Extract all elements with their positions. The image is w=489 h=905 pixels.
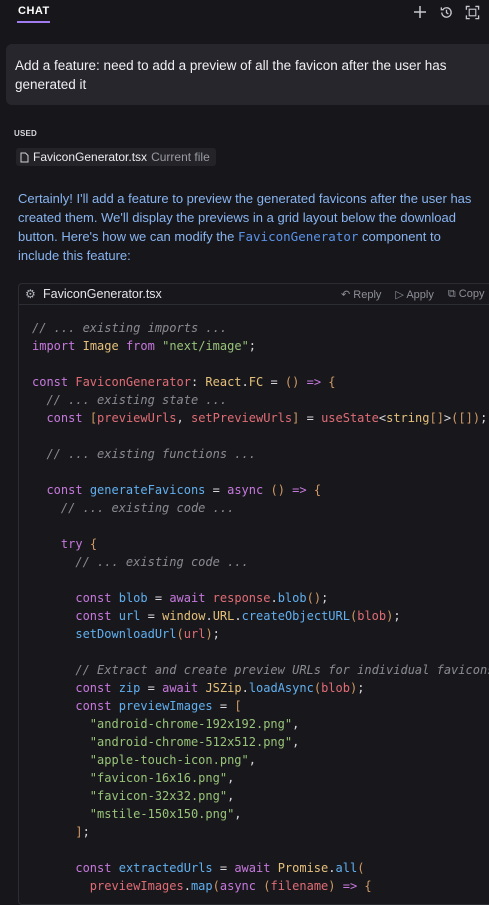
assistant-message: Certainly! I'll add a feature to preview… bbox=[18, 189, 489, 265]
assistant-text: Certainly! I'll add a feature to preview… bbox=[18, 191, 472, 206]
code-block: ⚙ FaviconGenerator.tsx ↶ Reply ▷ Apply ⧉… bbox=[18, 283, 489, 905]
top-actions bbox=[411, 3, 481, 21]
assistant-text: button. Here's how we can modify the Fav… bbox=[18, 227, 489, 246]
user-message[interactable]: Add a feature: need to add a preview of … bbox=[6, 44, 489, 105]
reply-icon: ↶ bbox=[341, 289, 351, 301]
apply-label: Apply bbox=[406, 289, 434, 301]
history-icon[interactable] bbox=[437, 3, 455, 21]
inline-code: FaviconGenerator bbox=[237, 229, 359, 244]
copy-label: Copy bbox=[458, 288, 485, 300]
copy-icon: ⧉ bbox=[447, 288, 456, 300]
plus-icon[interactable] bbox=[411, 3, 429, 21]
top-bar: CHAT bbox=[0, 0, 489, 32]
gear-icon: ⚙ bbox=[25, 287, 36, 301]
reply-label: Reply bbox=[353, 289, 382, 301]
assistant-text: include this feature: bbox=[18, 248, 131, 263]
play-icon: ▷ bbox=[395, 289, 404, 301]
reply-button[interactable]: ↶ Reply bbox=[341, 288, 381, 301]
tab-chat-underline bbox=[17, 21, 50, 23]
apply-button[interactable]: ▷ Apply bbox=[395, 288, 433, 301]
code-block-actions: ↶ Reply ▷ Apply ⧉ Copy bbox=[341, 288, 484, 301]
context-file-note: Current file bbox=[151, 150, 210, 164]
code-content[interactable]: // ... existing imports ... import Image… bbox=[19, 305, 489, 895]
context-file-name: FaviconGenerator.tsx bbox=[33, 150, 148, 164]
user-message-text: Add a feature: need to add a preview of … bbox=[15, 58, 447, 92]
context-used-label: USED bbox=[14, 129, 38, 138]
expand-icon[interactable] bbox=[463, 3, 481, 21]
context-file-chip[interactable]: FaviconGenerator.tsx Current file bbox=[16, 148, 216, 166]
assistant-text: created them. We'll display the previews… bbox=[18, 210, 456, 225]
copy-button[interactable]: ⧉ Copy bbox=[448, 288, 485, 301]
code-block-header: ⚙ FaviconGenerator.tsx ↶ Reply ▷ Apply ⧉… bbox=[19, 284, 489, 305]
code-block-filename[interactable]: FaviconGenerator.tsx bbox=[43, 287, 162, 301]
tab-chat[interactable]: CHAT bbox=[18, 5, 50, 17]
assistant-text-fragment: component to bbox=[358, 229, 441, 244]
assistant-text-fragment: button. Here's how we can modify the bbox=[18, 229, 238, 244]
file-icon bbox=[20, 152, 29, 162]
